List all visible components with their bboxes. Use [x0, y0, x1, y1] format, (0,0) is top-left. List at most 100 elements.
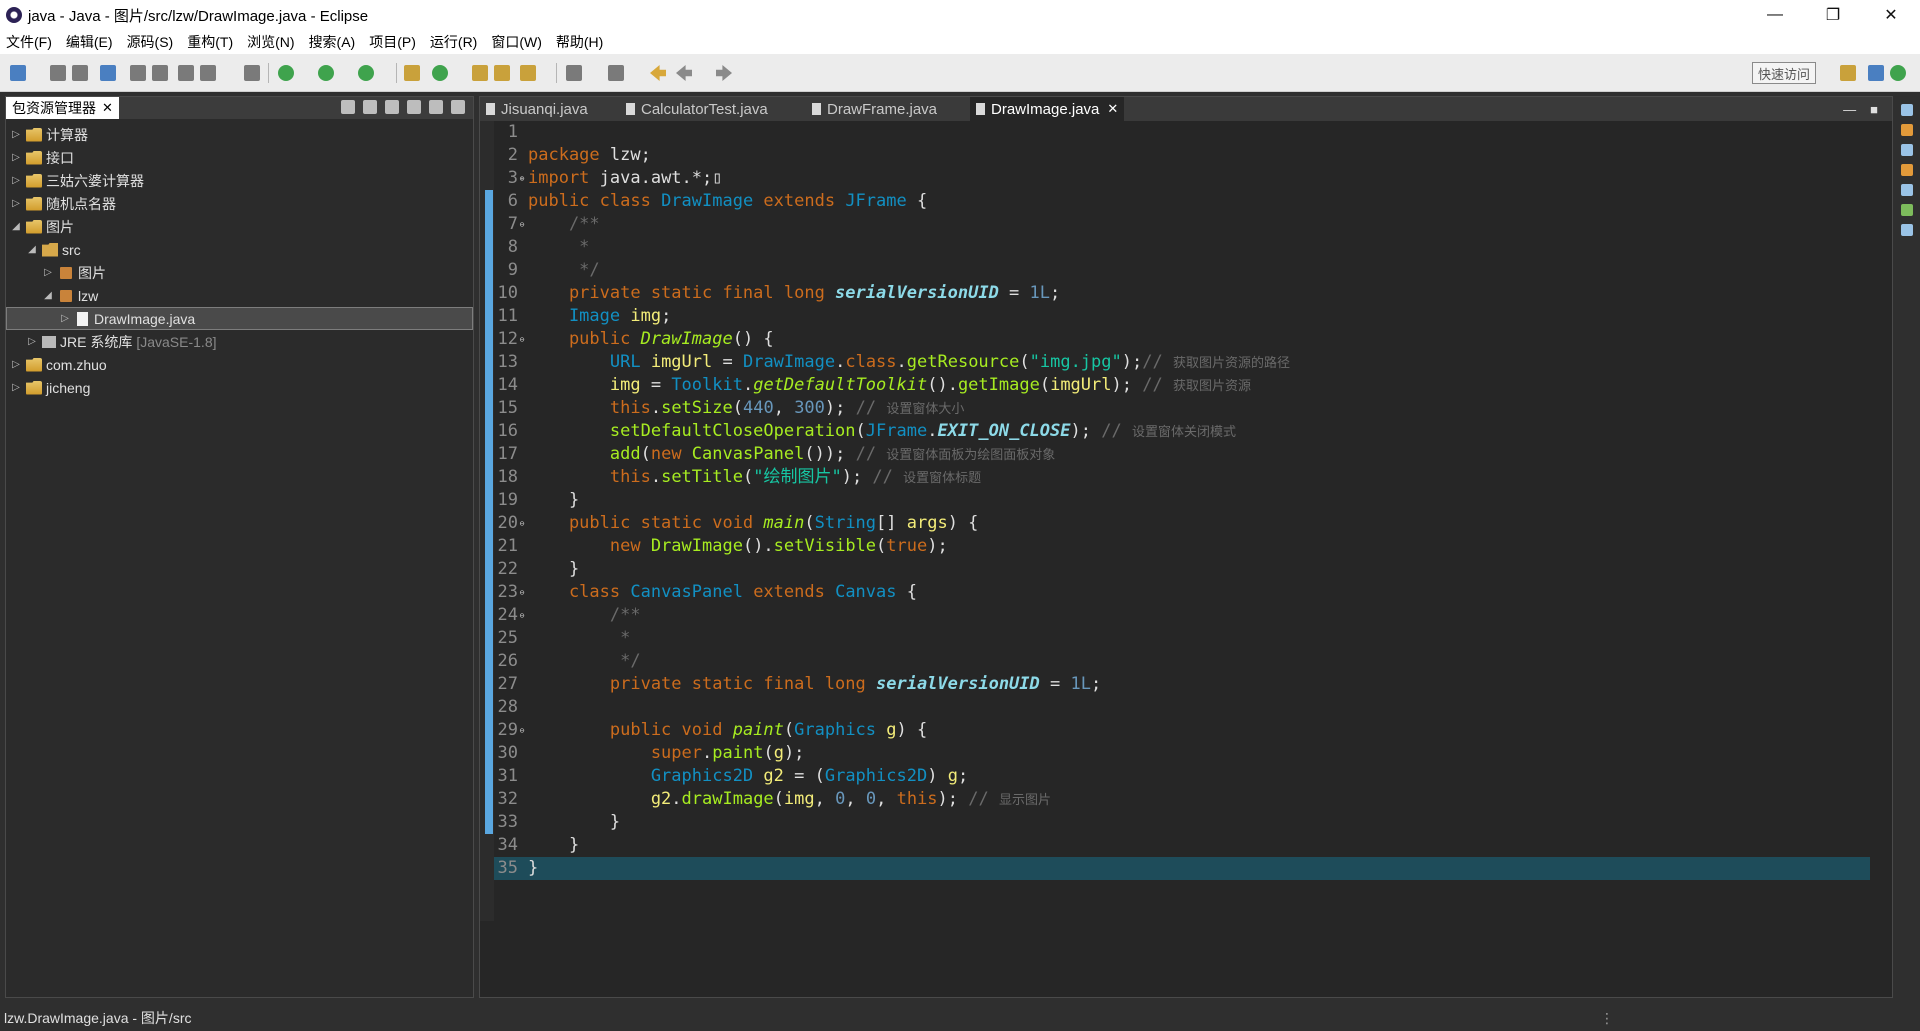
- tree-item[interactable]: ◢ 图片: [6, 215, 473, 238]
- tree-item[interactable]: ◢ lzw: [6, 284, 473, 307]
- javadoc-icon[interactable]: [1901, 184, 1913, 196]
- code-line[interactable]: 23 ⊖ class CanvasPanel extends Canvas {: [494, 581, 1892, 604]
- toggle-mark-icon[interactable]: [130, 65, 146, 81]
- menu-edit[interactable]: 编辑(E): [66, 32, 113, 52]
- maximize-editor-icon[interactable]: ■: [1870, 102, 1878, 117]
- fold-toggle-icon[interactable]: ⊖: [518, 512, 526, 535]
- edit-icon[interactable]: [152, 65, 168, 81]
- code-line[interactable]: 32 g2.drawImage(img, 0, 0, this); // 显示图…: [494, 788, 1892, 811]
- collapsed-arrow-icon[interactable]: ▷: [10, 359, 22, 370]
- tab-calculatortest[interactable]: CalculatorTest.java: [626, 97, 768, 121]
- menu-navigate[interactable]: 浏览(N): [247, 32, 294, 52]
- tree-item[interactable]: ▷ 随机点名器: [6, 192, 473, 215]
- back-icon[interactable]: [676, 65, 692, 81]
- search-view-icon[interactable]: [1901, 224, 1913, 236]
- code-line[interactable]: 17 add(new CanvasPanel()); // 设置窗体面板为绘图面…: [494, 443, 1892, 466]
- fold-toggle-icon[interactable]: ⊖: [518, 581, 526, 604]
- code-line[interactable]: 15 this.setSize(440, 300); // 设置窗体大小: [494, 397, 1892, 420]
- code-line[interactable]: 34 }: [494, 834, 1892, 857]
- open-perspective-icon[interactable]: [1840, 65, 1856, 81]
- collapsed-arrow-icon[interactable]: ▷: [10, 382, 22, 393]
- code-line[interactable]: 30 super.paint(g);: [494, 742, 1892, 765]
- fold-toggle-icon[interactable]: ⊖: [518, 604, 526, 627]
- new-icon[interactable]: [10, 65, 26, 81]
- code-line[interactable]: 1: [494, 121, 1892, 144]
- tree-item[interactable]: ▷ JRE 系统库 [JavaSE-1.8]: [6, 330, 473, 353]
- new-java-project-icon[interactable]: [404, 65, 420, 81]
- collapsed-arrow-icon[interactable]: ▷: [26, 336, 38, 347]
- save-all-icon[interactable]: [72, 65, 88, 81]
- tree-item[interactable]: ◢ src: [6, 238, 473, 261]
- problems-icon[interactable]: [1901, 164, 1913, 176]
- tab-jisuanqi[interactable]: Jisuanqi.java: [486, 97, 588, 121]
- terminal-icon[interactable]: [200, 65, 216, 81]
- code-line[interactable]: 12 ⊖ public DrawImage() {: [494, 328, 1892, 351]
- menu-window[interactable]: 窗口(W): [491, 32, 542, 52]
- tree-item[interactable]: ▷ jicheng: [6, 376, 473, 399]
- restore-button[interactable]: ❐: [1804, 0, 1862, 30]
- close-icon[interactable]: ✕: [1107, 101, 1118, 117]
- next-annotation-icon[interactable]: [608, 65, 624, 81]
- console-view-icon[interactable]: [1901, 144, 1913, 156]
- minimize-button[interactable]: —: [1746, 0, 1804, 30]
- code-line[interactable]: 6 public class DrawImage extends JFrame {: [494, 190, 1892, 213]
- run-icon[interactable]: [318, 65, 334, 81]
- fold-toggle-icon[interactable]: ⊖: [518, 328, 526, 351]
- build-icon[interactable]: [178, 65, 194, 81]
- collapsed-arrow-icon[interactable]: ▷: [10, 129, 22, 140]
- console-icon[interactable]: [244, 65, 260, 81]
- code-line[interactable]: 9 */: [494, 259, 1892, 282]
- code-line[interactable]: 16 setDefaultCloseOperation(JFrame.EXIT_…: [494, 420, 1892, 443]
- code-line[interactable]: 24 ⊖ /**: [494, 604, 1892, 627]
- tree-item[interactable]: ▷ DrawImage.java: [6, 307, 473, 330]
- annotation-icon[interactable]: [566, 65, 582, 81]
- task-list-icon[interactable]: [1901, 124, 1913, 136]
- package-explorer-tab[interactable]: 包资源管理器 ✕: [6, 97, 119, 119]
- quick-access-input[interactable]: 快速访问: [1752, 62, 1816, 84]
- search-icon[interactable]: [520, 65, 536, 81]
- save-icon[interactable]: [50, 65, 66, 81]
- code-line[interactable]: 22 }: [494, 558, 1892, 581]
- fold-toggle-icon[interactable]: ⊖: [518, 213, 526, 236]
- tree-item[interactable]: ▷ 接口: [6, 146, 473, 169]
- close-button[interactable]: ✕: [1862, 0, 1920, 30]
- expanded-arrow-icon[interactable]: ◢: [10, 221, 22, 232]
- minimize-view-icon[interactable]: [429, 100, 443, 114]
- collapsed-arrow-icon[interactable]: ▷: [42, 267, 54, 278]
- collapsed-arrow-icon[interactable]: ▷: [10, 198, 22, 209]
- menu-project[interactable]: 项目(P): [369, 32, 416, 52]
- code-line[interactable]: 13 URL imgUrl = DrawImage.class.getResou…: [494, 351, 1892, 374]
- tree-item[interactable]: ▷ 图片: [6, 261, 473, 284]
- outline-icon[interactable]: [1901, 104, 1913, 116]
- new-package-icon[interactable]: [432, 65, 448, 81]
- close-icon[interactable]: ✕: [102, 100, 113, 116]
- expanded-arrow-icon[interactable]: ◢: [26, 244, 38, 255]
- menu-run[interactable]: 运行(R): [430, 32, 477, 52]
- code-line[interactable]: 25 *: [494, 627, 1892, 650]
- fold-toggle-icon[interactable]: ⊕: [518, 167, 526, 190]
- code-line[interactable]: 33 }: [494, 811, 1892, 834]
- declaration-icon[interactable]: [1901, 204, 1913, 216]
- code-line[interactable]: 14 img = Toolkit.getDefaultToolkit().get…: [494, 374, 1892, 397]
- new-class-icon[interactable]: [472, 65, 488, 81]
- maximize-view-icon[interactable]: [451, 100, 465, 114]
- java-perspective-icon[interactable]: [1868, 65, 1884, 81]
- forward-icon[interactable]: [716, 65, 732, 81]
- code-line[interactable]: 26 */: [494, 650, 1892, 673]
- code-line[interactable]: 2 package lzw;: [494, 144, 1892, 167]
- code-line[interactable]: 31 Graphics2D g2 = (Graphics2D) g;: [494, 765, 1892, 788]
- code-line[interactable]: 35}: [494, 857, 1870, 880]
- code-area[interactable]: 1 2 package lzw; 3 ⊕ import java.awt.*;▯ 6 publ…: [480, 121, 1892, 997]
- link-with-editor-icon[interactable]: [363, 100, 377, 114]
- collapsed-arrow-icon[interactable]: ▷: [10, 152, 22, 163]
- collapsed-arrow-icon[interactable]: ▷: [59, 313, 71, 324]
- tree-item[interactable]: ▷ com.zhuo: [6, 353, 473, 376]
- code-line[interactable]: 21 new DrawImage().setVisible(true);: [494, 535, 1892, 558]
- code-line[interactable]: 27 private static final long serialVersi…: [494, 673, 1892, 696]
- menu-search[interactable]: 搜索(A): [309, 32, 356, 52]
- fold-toggle-icon[interactable]: ⊖: [518, 719, 526, 742]
- code-line[interactable]: 7 ⊖ /**: [494, 213, 1892, 236]
- code-line[interactable]: 3 ⊕ import java.awt.*;▯: [494, 167, 1892, 190]
- code-line[interactable]: 28: [494, 696, 1892, 719]
- code-line[interactable]: 29 ⊖ public void paint(Graphics g) {: [494, 719, 1892, 742]
